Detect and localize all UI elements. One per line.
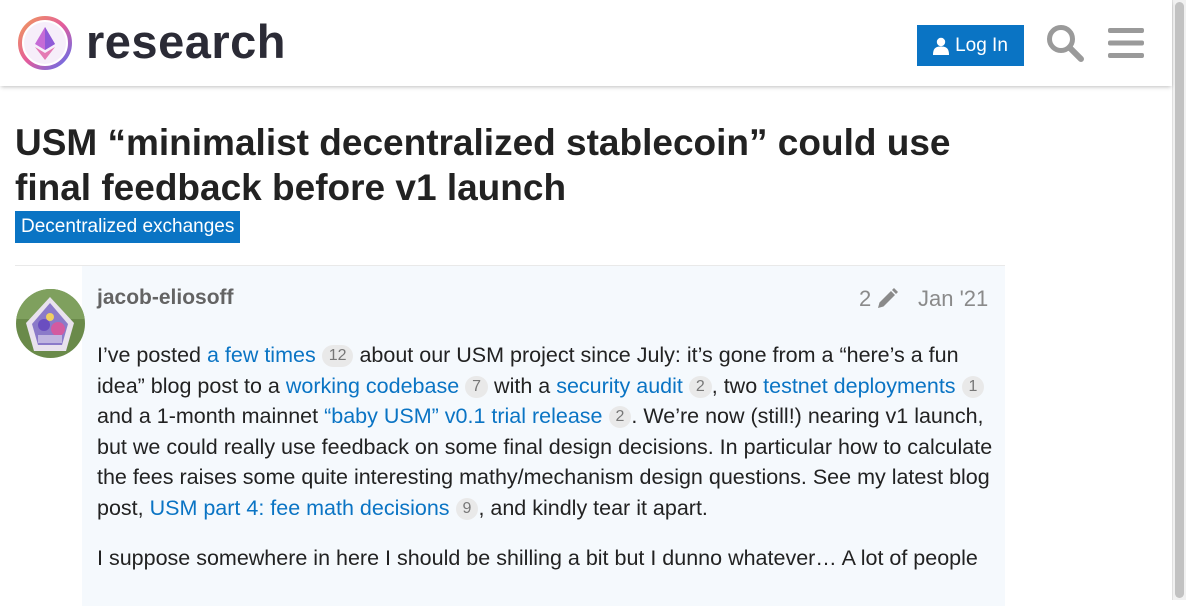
scrollbar-thumb[interactable]: [1175, 2, 1184, 598]
text-segment: , and kindly tear it apart.: [478, 495, 708, 520]
click-count-badge: 1: [961, 375, 985, 398]
post-paragraph-2: I suppose somewhere in here I should be …: [97, 546, 978, 570]
login-label: Log In: [955, 34, 1008, 56]
post-author[interactable]: jacob-eliosoff: [97, 286, 234, 310]
link-usm-part-4[interactable]: USM part 4: fee math decisions: [150, 496, 450, 520]
text-segment: , two: [711, 373, 764, 398]
text-segment: and a 1-month mainnet: [97, 404, 325, 428]
search-icon[interactable]: [1045, 23, 1085, 63]
link-baby-usm-release[interactable]: “baby USM” v0.1 trial release: [324, 404, 602, 428]
link-working-codebase[interactable]: working codebase: [286, 374, 459, 398]
avatar[interactable]: [16, 289, 85, 358]
topic-title[interactable]: USM “minimalist decentralized stablecoin…: [15, 120, 1005, 210]
site-name[interactable]: research: [86, 13, 286, 71]
click-count-badge: 7: [465, 375, 489, 398]
site-logo-icon[interactable]: [16, 14, 74, 72]
edit-history[interactable]: 2: [859, 286, 899, 312]
user-icon: [933, 37, 950, 55]
post-date[interactable]: Jan '21: [918, 286, 988, 312]
post-content: I’ve posted a few times 12 about our USM…: [97, 340, 997, 594]
click-count-badge: 12: [321, 345, 354, 367]
login-button[interactable]: Log In: [917, 25, 1024, 66]
avatar-image-icon: [16, 289, 85, 358]
text-segment: with a: [488, 373, 557, 398]
page-scrollbar[interactable]: [1172, 0, 1186, 600]
link-testnet-deployments[interactable]: testnet deployments: [763, 374, 955, 398]
post-paragraph-1: I’ve posted a few times 12 about our USM…: [97, 340, 997, 523]
hamburger-menu-icon[interactable]: [1108, 27, 1144, 59]
site-header: research Log In: [0, 0, 1172, 86]
click-count-badge: 2: [608, 406, 632, 428]
click-count-badge: 2: [688, 375, 712, 398]
edit-count: 2: [859, 286, 872, 311]
link-security-audit[interactable]: security audit: [556, 374, 683, 398]
category-badge[interactable]: Decentralized exchanges: [15, 211, 241, 243]
pencil-icon: [878, 288, 899, 308]
link-a-few-times[interactable]: a few times: [207, 343, 316, 367]
click-count-badge: 9: [455, 497, 479, 520]
text-segment: I’ve posted: [97, 343, 207, 367]
